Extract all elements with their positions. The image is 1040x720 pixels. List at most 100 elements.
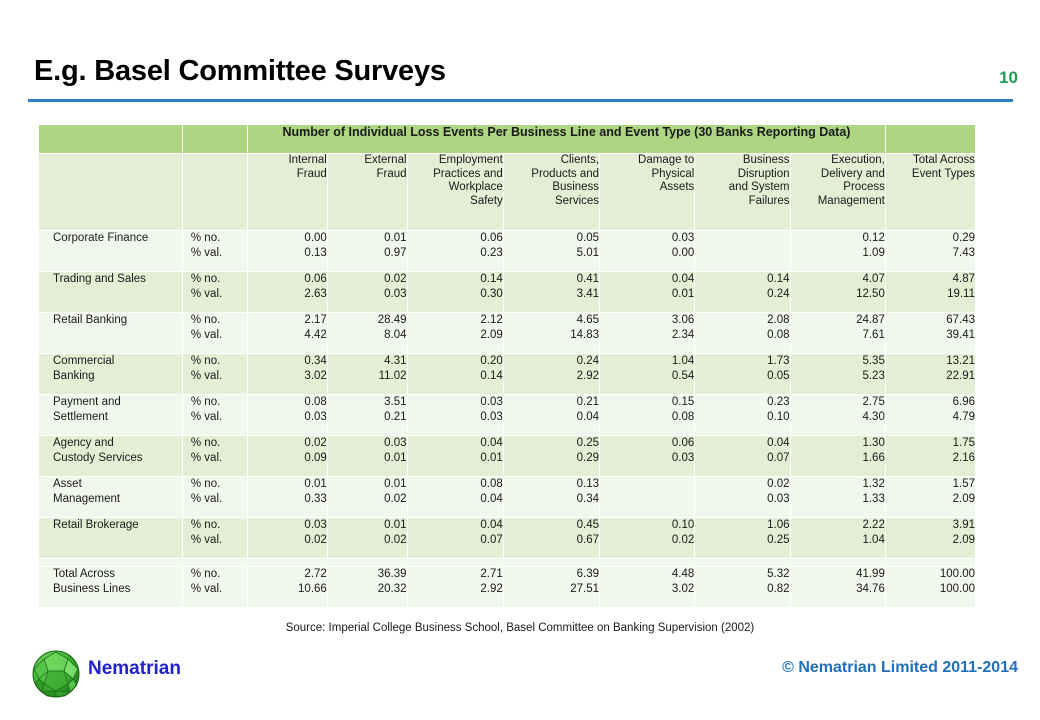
data-cell: 0.21 0.04	[502, 394, 601, 436]
column-header-1	[181, 153, 249, 231]
data-cell: 5.32 0.82	[694, 566, 791, 608]
table-band-title: Number of Individual Loss Events Per Bus…	[247, 124, 886, 154]
data-cell: 0.12 1.09	[789, 230, 886, 272]
row-label: Commercial Banking	[38, 353, 183, 395]
table-row: Payment and Settlement% no.% val. 0.08 0.03…	[38, 394, 977, 436]
data-cell: 0.03 0.01	[326, 435, 408, 477]
row-measure-labels: % no.% val.	[181, 517, 249, 559]
row-measure-labels: % no.% val.	[181, 435, 249, 477]
table-row: Commercial Banking% no.% val. 0.34 3.02 4.31…	[38, 353, 977, 395]
data-cell: 0.03 0.02	[247, 517, 328, 559]
table-row: Total Across Business Lines% no.% val. 2.7…	[38, 566, 977, 608]
row-measure-labels: % no.% val.	[181, 353, 249, 395]
data-cell: 67.43 39.41	[884, 312, 977, 354]
row-measure-labels: % no.% val.	[181, 566, 249, 608]
data-cell: 1.57 2.09	[884, 476, 977, 518]
page-number: 10	[999, 68, 1018, 87]
spacer-cell	[38, 558, 976, 567]
data-cell: 0.29 7.43	[884, 230, 977, 272]
data-cell: 2.71 2.92	[406, 566, 504, 608]
data-cell: 4.48 3.02	[599, 566, 696, 608]
data-cell: 4.07 12.50	[789, 271, 886, 313]
data-cell: 0.03 0.03	[406, 394, 504, 436]
row-measure-labels: % no.% val.	[181, 230, 249, 272]
column-header-0	[38, 153, 183, 231]
data-cell: 1.06 0.25	[694, 517, 791, 559]
data-cell: 1.04 0.54	[599, 353, 696, 395]
data-cell: 1.73 0.05	[694, 353, 791, 395]
data-cell: 0.24 2.92	[502, 353, 601, 395]
data-cell: 2.08 0.08	[694, 312, 791, 354]
data-cell: 0.25 0.29	[502, 435, 601, 477]
data-cell: 2.12 2.09	[406, 312, 504, 354]
data-cell: 0.00 0.13	[247, 230, 328, 272]
data-cell: 4.65 14.83	[502, 312, 601, 354]
title-divider	[28, 99, 1013, 102]
data-cell: 0.03 0.00	[599, 230, 696, 272]
data-cell: 0.02 0.09	[247, 435, 328, 477]
data-cell: 0.01 0.33	[247, 476, 328, 518]
data-cell: 0.14 0.24	[694, 271, 791, 313]
data-cell: 2.75 4.30	[789, 394, 886, 436]
data-cell: 3.51 0.21	[326, 394, 408, 436]
row-measure-labels: % no.% val.	[181, 394, 249, 436]
row-measure-labels: % no.% val.	[181, 476, 249, 518]
data-cell: 2.17 4.42	[247, 312, 328, 354]
data-cell: 0.05 5.01	[502, 230, 601, 272]
data-cell: 0.08 0.03	[247, 394, 328, 436]
data-cell: 0.41 3.41	[502, 271, 601, 313]
data-cell: 1.75 2.16	[884, 435, 977, 477]
data-cell: 0.13 0.34	[502, 476, 601, 518]
column-header-5: Clients, Products and Business Services	[502, 153, 601, 231]
table-column-headers: Internal Fraud External Fraud Employment Prac…	[38, 153, 977, 231]
data-cell: 0.10 0.02	[599, 517, 696, 559]
data-cell: 0.04 0.01	[599, 271, 696, 313]
brand-name: Nematrian	[88, 658, 181, 679]
data-cell	[599, 476, 696, 518]
row-label: Payment and Settlement	[38, 394, 183, 436]
data-cell: 1.30 1.66	[789, 435, 886, 477]
row-label: Agency and Custody Services	[38, 435, 183, 477]
column-header-3: External Fraud	[326, 153, 408, 231]
row-label: Retail Banking	[38, 312, 183, 354]
data-cell: 0.04 0.07	[694, 435, 791, 477]
table-row: Retail Banking% no.% val. 2.17 4.42 28.49 8.…	[38, 312, 977, 354]
data-cell: 0.45 0.67	[502, 517, 601, 559]
data-cell: 0.06 0.03	[599, 435, 696, 477]
row-measure-labels: % no.% val.	[181, 312, 249, 354]
row-measure-labels: % no.% val.	[181, 271, 249, 313]
column-header-7: Business Disruption and System Failures	[694, 153, 791, 231]
source-note: Source: Imperial College Business School…	[285, 622, 755, 634]
data-cell: 1.32 1.33	[789, 476, 886, 518]
data-cell: 0.01 0.02	[326, 517, 408, 559]
polyhedron-sphere-icon	[30, 648, 82, 700]
column-header-6: Damage to Physical Assets	[599, 153, 696, 231]
row-label: Trading and Sales	[38, 271, 183, 313]
data-cell: 0.02 0.03	[326, 271, 408, 313]
data-cell: 0.34 3.02	[247, 353, 328, 395]
column-header-8: Execution, Delivery and Process Management	[789, 153, 886, 231]
data-cell: 0.04 0.07	[406, 517, 504, 559]
data-cell: 2.22 1.04	[789, 517, 886, 559]
column-header-4: Employment Practices and Workplace Safety	[406, 153, 504, 231]
data-cell: 5.35 5.23	[789, 353, 886, 395]
data-cell: 2.72 10.66	[247, 566, 328, 608]
data-cell: 13.21 22.91	[884, 353, 977, 395]
data-cell: 0.01 0.97	[326, 230, 408, 272]
data-cell: 3.06 2.34	[599, 312, 696, 354]
data-cell: 0.20 0.14	[406, 353, 504, 395]
data-cell: 0.06 2.63	[247, 271, 328, 313]
data-cell: 6.39 27.51	[502, 566, 601, 608]
survey-table-container: Number of Individual Loss Events Per Bus…	[38, 124, 977, 608]
data-cell: 0.06 0.23	[406, 230, 504, 272]
table-row: Agency and Custody Services% no.% val. 0.0…	[38, 435, 977, 477]
band-blank-label	[38, 124, 183, 154]
data-cell: 24.87 7.61	[789, 312, 886, 354]
page-title: E.g. Basel Committee Surveys	[34, 55, 446, 87]
band-blank-total	[884, 124, 977, 154]
column-header-2: Internal Fraud	[247, 153, 328, 231]
data-cell: 4.31 11.02	[326, 353, 408, 395]
data-cell: 3.91 2.09	[884, 517, 977, 559]
data-cell: 100.00 100.00	[884, 566, 977, 608]
row-label: Asset Management	[38, 476, 183, 518]
